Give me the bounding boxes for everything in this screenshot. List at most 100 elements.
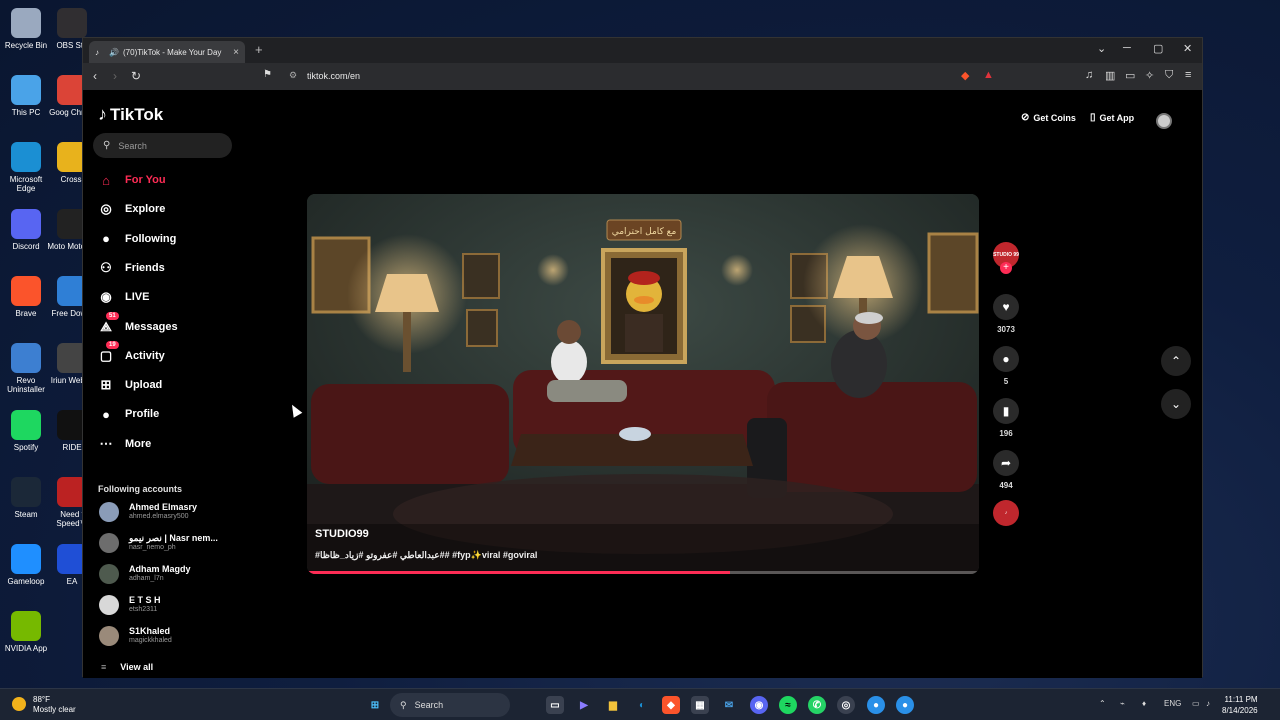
- nav-item-messages[interactable]: ⟁ 51 Messages: [97, 311, 237, 337]
- sidebar-icon[interactable]: ▥: [1105, 69, 1115, 82]
- tab-search-chevron-icon[interactable]: ⌄: [1097, 42, 1106, 55]
- video-author[interactable]: STUDIO99: [315, 528, 369, 540]
- following-account[interactable]: نصر نيمو | Nasr nem... nasr_nemo_ph: [99, 531, 239, 555]
- account-handle: adham_l7n: [129, 575, 164, 582]
- tiktok-logo[interactable]: ♪ TikTok: [98, 104, 163, 125]
- taskbar-search[interactable]: ⚲ Search: [390, 693, 510, 717]
- nav-item-profile[interactable]: ● Profile: [97, 404, 237, 424]
- sound-disc-icon[interactable]: ♪: [993, 500, 1019, 526]
- nav-item-friends[interactable]: ⚇ Friends: [97, 258, 237, 278]
- store-icon[interactable]: ▦: [691, 696, 709, 714]
- brave-taskbar-icon[interactable]: ◆: [662, 696, 680, 714]
- bookmark-save-icon[interactable]: ▮: [993, 398, 1019, 424]
- file-explorer-icon[interactable]: ▆: [604, 696, 622, 714]
- following-account[interactable]: S1Khaled magickkhaled: [99, 624, 239, 648]
- app2-taskbar-icon[interactable]: ●: [896, 696, 914, 714]
- nav-item-more[interactable]: ⋯ More: [97, 434, 237, 454]
- desktop-icon-label: Recycle Bin: [4, 41, 48, 50]
- desktop-icon[interactable]: Spotify: [0, 406, 52, 452]
- display-icon[interactable]: ▭: [1192, 699, 1200, 708]
- desktop-icon[interactable]: Revo Uninstaller: [0, 339, 52, 394]
- forward-button[interactable]: ›: [113, 69, 117, 83]
- nav-item-explore[interactable]: ◎ Explore: [97, 199, 237, 219]
- account-handle: etsh2311: [129, 606, 158, 613]
- user-avatar[interactable]: [1156, 113, 1172, 129]
- nav-item-for-you[interactable]: ⌂ For You: [97, 170, 237, 190]
- edge-taskbar-icon[interactable]: ◐: [633, 696, 651, 714]
- new-tab-button[interactable]: +: [255, 42, 263, 57]
- get-coins-label: Get Coins: [1033, 112, 1076, 123]
- task-view-icon[interactable]: ▭: [546, 696, 564, 714]
- video-caption[interactable]: #عبدالعاطي #عفروتو #زياد_ظاظا## #fyp✨vir…: [315, 550, 537, 561]
- nav-item-live[interactable]: ◉ LIVE: [97, 287, 237, 307]
- brave-rewards-icon[interactable]: ▲: [983, 69, 994, 81]
- volume-icon[interactable]: ♪: [1206, 699, 1210, 708]
- whatsapp-icon[interactable]: ✆: [808, 696, 826, 714]
- wallet-icon[interactable]: ▭: [1125, 69, 1135, 82]
- view-all-button[interactable]: ≡ View all: [101, 662, 153, 672]
- speaker-icon[interactable]: 🔊: [109, 48, 119, 57]
- desktop-icon[interactable]: Brave: [0, 272, 52, 318]
- app-taskbar-icon[interactable]: ●: [867, 696, 885, 714]
- following-account[interactable]: Adham Magdy adham_l7n: [99, 562, 239, 586]
- menu-icon[interactable]: ≡: [1185, 69, 1191, 81]
- reload-button[interactable]: ↻: [131, 69, 141, 83]
- desktop-icon[interactable]: Gameloop: [0, 540, 52, 586]
- copilot-icon[interactable]: ▶: [575, 696, 593, 714]
- desktop-icon[interactable]: Discord: [0, 205, 52, 251]
- brave-shields-icon[interactable]: ◆: [961, 69, 969, 82]
- nav-label: LIVE: [125, 291, 150, 304]
- leo-ai-icon[interactable]: ✧: [1145, 69, 1154, 82]
- desktop-icon[interactable]: Steam: [0, 473, 52, 519]
- previous-video-button[interactable]: ⌃: [1161, 346, 1191, 376]
- start-icon[interactable]: ⊞: [366, 696, 384, 714]
- heart-icon[interactable]: ♥: [993, 294, 1019, 320]
- network-icon[interactable]: ⌁: [1120, 699, 1125, 708]
- share-icon[interactable]: ➦: [993, 450, 1019, 476]
- next-video-button[interactable]: ⌄: [1161, 389, 1191, 419]
- language-indicator[interactable]: ENG: [1164, 699, 1181, 708]
- maximize-button[interactable]: ▢: [1153, 42, 1163, 55]
- spotify-taskbar-icon[interactable]: ≈: [779, 696, 797, 714]
- weather-widget[interactable]: 88°F Mostly clear: [12, 695, 76, 715]
- get-app-button[interactable]: ▯ Get App: [1090, 112, 1134, 123]
- desktop-icon[interactable]: NVIDIA App: [0, 607, 52, 653]
- url-field[interactable]: tiktok.com/en: [307, 71, 360, 81]
- clock[interactable]: 11:11 PM 8/14/2026: [1222, 694, 1258, 716]
- nav-item-upload[interactable]: ⊞ Upload: [97, 375, 237, 395]
- obs-icon: [57, 8, 87, 38]
- desktop-icon[interactable]: This PC: [0, 71, 52, 117]
- desktop-icon[interactable]: Microsoft Edge: [0, 138, 52, 193]
- sound-item[interactable]: ♪: [989, 500, 1023, 526]
- vpn-icon[interactable]: ⛉: [1165, 69, 1173, 82]
- tray-chevron-icon[interactable]: ⌃: [1099, 699, 1106, 708]
- mic-icon[interactable]: ♦: [1142, 699, 1146, 708]
- video-sign-text: مع كامل احترامي: [612, 227, 677, 237]
- follow-plus-icon[interactable]: +: [1000, 262, 1012, 274]
- friends-icon: ⚇: [100, 259, 112, 275]
- search-input[interactable]: ⚲ Search: [93, 133, 232, 158]
- close-window-button[interactable]: ✕: [1183, 42, 1192, 55]
- obs-taskbar-icon[interactable]: ◎: [837, 696, 855, 714]
- bookmark-icon[interactable]: ⚑: [263, 69, 272, 80]
- tab-tiktok[interactable]: ♪ 🔊 (70)TikTok - Make Your Day ×: [89, 41, 245, 63]
- mail-icon[interactable]: ✉: [720, 696, 738, 714]
- nav-item-activity[interactable]: ▢ 19 Activity: [97, 340, 237, 366]
- minimize-button[interactable]: ─: [1123, 42, 1131, 54]
- avatar: [99, 564, 119, 584]
- video-player[interactable]: مع كامل احترامي STUDIO99 #عبدالعاطي #عفر…: [307, 194, 979, 574]
- site-info-icon[interactable]: ⚙: [289, 70, 297, 81]
- media-icon[interactable]: ♫: [1085, 69, 1093, 81]
- creator-avatar-item[interactable]: STUDIO 99 +: [989, 242, 1023, 274]
- following-account[interactable]: E T S Hetsh2311: [99, 593, 239, 617]
- get-coins-button[interactable]: ⊘ Get Coins: [1021, 112, 1076, 123]
- nav-item-following[interactable]: ● Following: [97, 229, 237, 249]
- desktop-icon[interactable]: Recycle Bin: [0, 4, 52, 50]
- video-progress-bar[interactable]: [307, 571, 979, 574]
- discord-taskbar-icon[interactable]: ◉: [750, 696, 768, 714]
- back-button[interactable]: ‹: [93, 69, 97, 83]
- following-account[interactable]: Ahmed Elmasry ahmed.elmasry500: [99, 500, 239, 524]
- comment-icon[interactable]: ●: [993, 346, 1019, 372]
- account-name: S1Khaled: [129, 626, 171, 636]
- close-tab-icon[interactable]: ×: [233, 47, 239, 58]
